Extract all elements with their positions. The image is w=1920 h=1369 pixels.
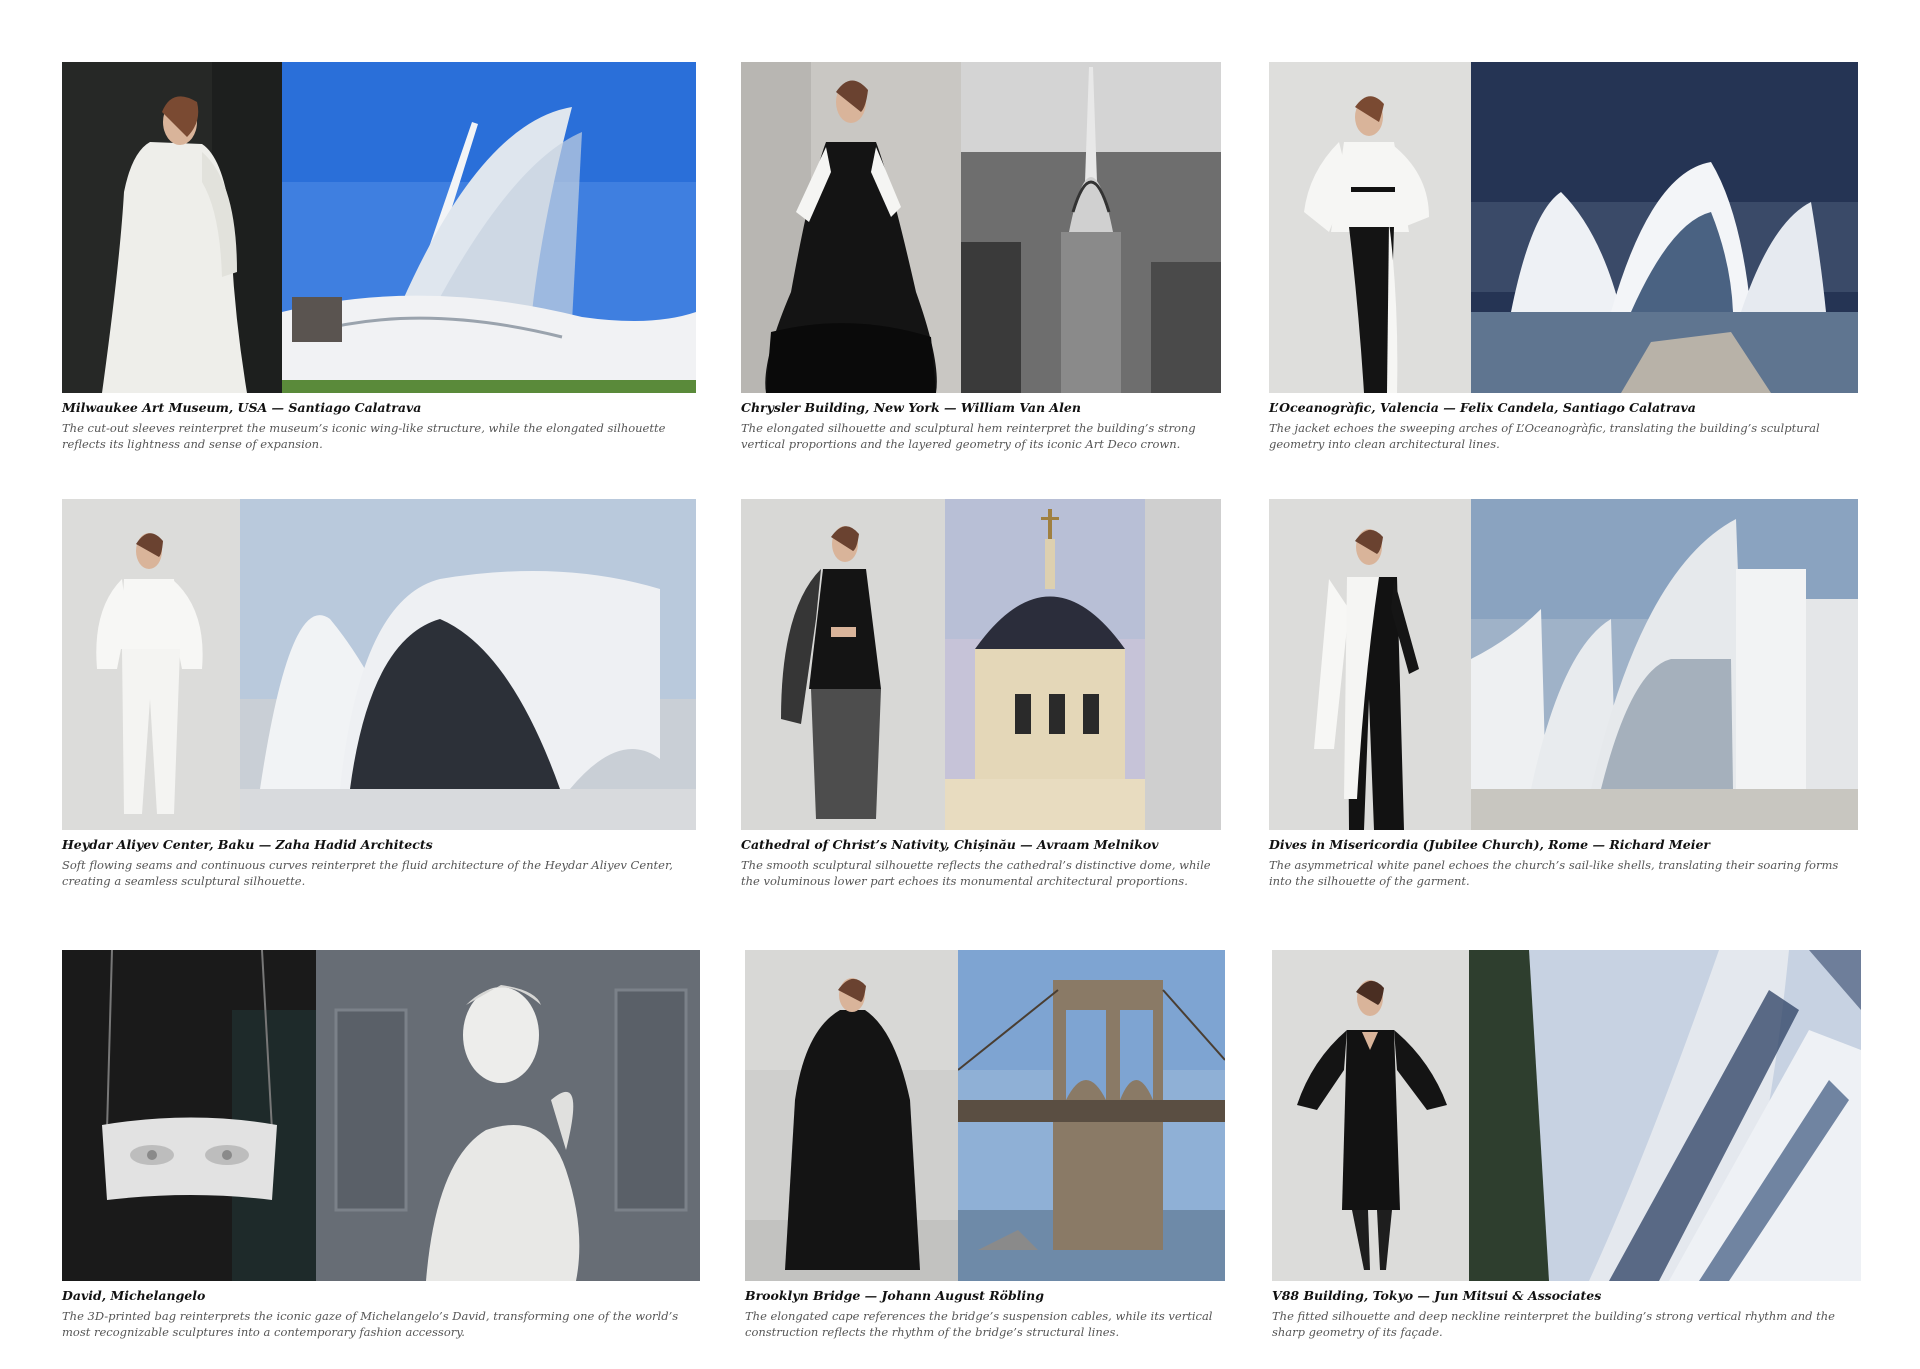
card-description: Soft flowing seams and continuous curves… [62,858,673,888]
building-photo[interactable] [1469,950,1861,1281]
card-description: The 3D-printed bag reinterprets the icon… [62,1309,679,1339]
building-photo[interactable] [961,62,1221,393]
photo-pair [741,499,1221,830]
building-photo[interactable] [1471,499,1858,830]
fashion-photo[interactable] [741,62,961,393]
bag-photo[interactable] [62,950,316,1281]
photo-pair [741,62,1221,393]
photo-pair [1272,950,1861,1281]
fashion-photo[interactable] [745,950,958,1281]
sculpture-photo[interactable] [316,950,700,1281]
card-description: The jacket echoes the sweeping arches of… [1269,421,1820,451]
fashion-photo[interactable] [741,499,945,830]
card-description: The elongated cape references the bridge… [745,1309,1213,1339]
card-description: The elongated silhouette and sculptural … [741,421,1196,451]
card-title: Brooklyn Bridge — Johann August Röbling [745,1288,1045,1303]
card-title: Cathedral of Christ’s Nativity, Chișinău… [741,837,1159,852]
card-title: Dives in Misericordia (Jubilee Church), … [1269,837,1711,852]
building-photo[interactable] [282,62,696,393]
building-photo[interactable] [1471,62,1858,393]
photo-pair [62,62,696,393]
card-title: V88 Building, Tokyo — Jun Mitsui & Assoc… [1272,1288,1602,1303]
card-description: The cut-out sleeves reinterpret the muse… [62,421,666,451]
photo-pair [62,499,696,830]
photo-pair [1269,62,1858,393]
card-description: The fitted silhouette and deep neckline … [1272,1309,1835,1339]
building-photo[interactable] [945,499,1221,830]
fashion-photo[interactable] [1269,62,1471,393]
photo-pair [745,950,1225,1281]
card-title: Heydar Aliyev Center, Baku — Zaha Hadid … [62,837,433,852]
photo-pair [1269,499,1858,830]
fashion-photo[interactable] [62,499,240,830]
fashion-photo[interactable] [1272,950,1469,1281]
card-title: Milwaukee Art Museum, USA — Santiago Cal… [62,400,422,415]
fashion-photo[interactable] [62,62,282,393]
photo-pair [62,950,700,1281]
card-description: The smooth sculptural silhouette reflect… [741,858,1211,888]
card-title: L’Oceanogràfic, Valencia — Felix Candela… [1269,400,1696,415]
card-description: The asymmetrical white panel echoes the … [1269,858,1839,888]
card-title: David, Michelangelo [62,1288,206,1303]
bridge-photo[interactable] [958,950,1225,1281]
building-photo[interactable] [240,499,696,830]
card-title: Chrysler Building, New York — William Va… [741,400,1081,415]
fashion-photo[interactable] [1269,499,1471,830]
